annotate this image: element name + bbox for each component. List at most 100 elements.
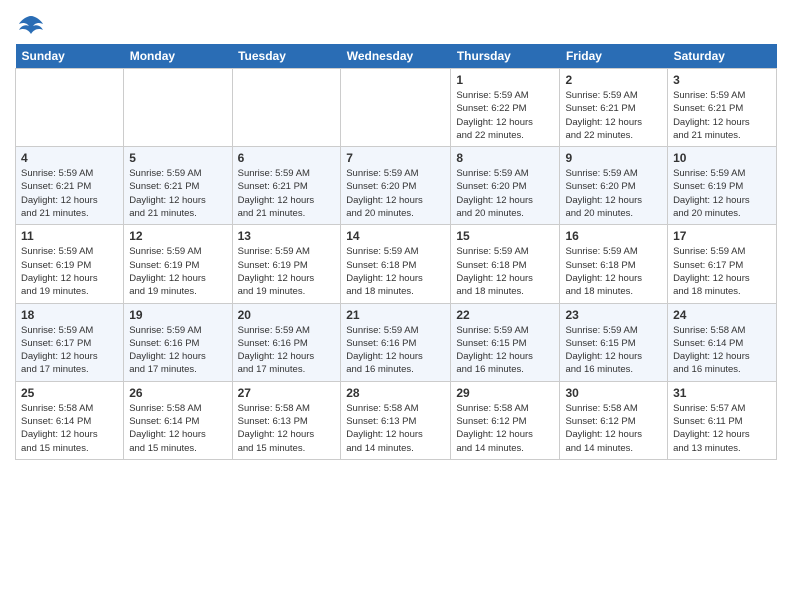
day-number: 9 [565,151,662,165]
week-row-1: 1 Sunrise: 5:59 AM Sunset: 6:22 PM Daylig… [16,69,777,147]
day-info: Sunrise: 5:59 AM Sunset: 6:21 PM Dayligh… [21,167,118,220]
day-info: Sunrise: 5:58 AM Sunset: 6:14 PM Dayligh… [21,402,118,455]
calendar-cell: 10Sunrise: 5:59 AM Sunset: 6:19 PM Dayli… [668,147,777,225]
day-info: Sunrise: 5:58 AM Sunset: 6:12 PM Dayligh… [565,402,662,455]
day-info: Sunrise: 5:59 AM Sunset: 6:21 PM Dayligh… [238,167,336,220]
day-number: 12 [129,229,226,243]
logo-bird-icon [17,14,45,36]
weekday-header-row: SundayMondayTuesdayWednesdayThursdayFrid… [16,44,777,69]
day-info: Sunrise: 5:59 AM Sunset: 6:19 PM Dayligh… [129,245,226,298]
day-info: Sunrise: 5:59 AM Sunset: 6:19 PM Dayligh… [238,245,336,298]
day-number: 24 [673,308,771,322]
calendar-cell: 26 Sunrise: 5:58 AM Sunset: 6:14 PM Dayli… [124,381,232,459]
calendar-cell: 29Sunrise: 5:58 AM Sunset: 6:12 PM Dayli… [451,381,560,459]
week-row-4: 18 Sunrise: 5:59 AM Sunset: 6:17 PM Dayli… [16,303,777,381]
day-info: Sunrise: 5:58 AM Sunset: 6:14 PM Dayligh… [129,402,226,455]
calendar-table: SundayMondayTuesdayWednesdayThursdayFrid… [15,44,777,460]
day-info: Sunrise: 5:59 AM Sunset: 6:19 PM Dayligh… [21,245,118,298]
calendar-cell: 22 Sunrise: 5:59 AM Sunset: 6:15 PM Dayli… [451,303,560,381]
calendar-cell: 21 Sunrise: 5:59 AM Sunset: 6:16 PM Dayli… [341,303,451,381]
day-info: Sunrise: 5:59 AM Sunset: 6:20 PM Dayligh… [565,167,662,220]
day-number: 20 [238,308,336,322]
calendar-cell [124,69,232,147]
calendar-cell [341,69,451,147]
weekday-header-thursday: Thursday [451,44,560,69]
calendar-cell: 17Sunrise: 5:59 AM Sunset: 6:17 PM Dayli… [668,225,777,303]
calendar-cell: 9 Sunrise: 5:59 AM Sunset: 6:20 PM Daylig… [560,147,668,225]
calendar-cell: 19 Sunrise: 5:59 AM Sunset: 6:16 PM Dayli… [124,303,232,381]
day-info: Sunrise: 5:59 AM Sunset: 6:20 PM Dayligh… [456,167,554,220]
calendar-cell [16,69,124,147]
day-info: Sunrise: 5:59 AM Sunset: 6:16 PM Dayligh… [129,324,226,377]
day-number: 6 [238,151,336,165]
calendar-cell: 23Sunrise: 5:59 AM Sunset: 6:15 PM Dayli… [560,303,668,381]
calendar-cell: 28Sunrise: 5:58 AM Sunset: 6:13 PM Dayli… [341,381,451,459]
calendar-cell: 20 Sunrise: 5:59 AM Sunset: 6:16 PM Dayli… [232,303,341,381]
calendar-cell: 15 Sunrise: 5:59 AM Sunset: 6:18 PM Dayli… [451,225,560,303]
day-info: Sunrise: 5:58 AM Sunset: 6:14 PM Dayligh… [673,324,771,377]
day-number: 15 [456,229,554,243]
day-number: 14 [346,229,445,243]
calendar-cell: 14 Sunrise: 5:59 AM Sunset: 6:18 PM Dayli… [341,225,451,303]
weekday-header-saturday: Saturday [668,44,777,69]
day-number: 5 [129,151,226,165]
day-info: Sunrise: 5:59 AM Sunset: 6:18 PM Dayligh… [456,245,554,298]
day-number: 4 [21,151,118,165]
day-info: Sunrise: 5:59 AM Sunset: 6:18 PM Dayligh… [346,245,445,298]
day-info: Sunrise: 5:59 AM Sunset: 6:16 PM Dayligh… [346,324,445,377]
calendar-cell: 27 Sunrise: 5:58 AM Sunset: 6:13 PM Dayli… [232,381,341,459]
page-header [15,10,777,36]
day-number: 1 [456,73,554,87]
week-row-5: 25 Sunrise: 5:58 AM Sunset: 6:14 PM Dayli… [16,381,777,459]
day-number: 17 [673,229,771,243]
day-info: Sunrise: 5:59 AM Sunset: 6:21 PM Dayligh… [565,89,662,142]
calendar-cell: 5 Sunrise: 5:59 AM Sunset: 6:21 PM Daylig… [124,147,232,225]
calendar-cell: 25 Sunrise: 5:58 AM Sunset: 6:14 PM Dayli… [16,381,124,459]
day-info: Sunrise: 5:59 AM Sunset: 6:22 PM Dayligh… [456,89,554,142]
day-info: Sunrise: 5:59 AM Sunset: 6:17 PM Dayligh… [21,324,118,377]
calendar-cell: 8 Sunrise: 5:59 AM Sunset: 6:20 PM Daylig… [451,147,560,225]
day-number: 25 [21,386,118,400]
day-info: Sunrise: 5:58 AM Sunset: 6:12 PM Dayligh… [456,402,554,455]
calendar-cell: 6 Sunrise: 5:59 AM Sunset: 6:21 PM Daylig… [232,147,341,225]
day-number: 30 [565,386,662,400]
calendar-cell: 4 Sunrise: 5:59 AM Sunset: 6:21 PM Daylig… [16,147,124,225]
calendar-cell: 13 Sunrise: 5:59 AM Sunset: 6:19 PM Dayli… [232,225,341,303]
calendar-cell: 12 Sunrise: 5:59 AM Sunset: 6:19 PM Dayli… [124,225,232,303]
calendar-cell: 3 Sunrise: 5:59 AM Sunset: 6:21 PM Daylig… [668,69,777,147]
day-info: Sunrise: 5:59 AM Sunset: 6:15 PM Dayligh… [456,324,554,377]
day-number: 13 [238,229,336,243]
day-number: 23 [565,308,662,322]
calendar-cell: 2 Sunrise: 5:59 AM Sunset: 6:21 PM Daylig… [560,69,668,147]
calendar-cell: 11Sunrise: 5:59 AM Sunset: 6:19 PM Dayli… [16,225,124,303]
day-number: 19 [129,308,226,322]
day-number: 2 [565,73,662,87]
calendar-cell: 16Sunrise: 5:59 AM Sunset: 6:18 PM Dayli… [560,225,668,303]
day-number: 3 [673,73,771,87]
day-info: Sunrise: 5:59 AM Sunset: 6:18 PM Dayligh… [565,245,662,298]
week-row-2: 4 Sunrise: 5:59 AM Sunset: 6:21 PM Daylig… [16,147,777,225]
day-info: Sunrise: 5:59 AM Sunset: 6:21 PM Dayligh… [673,89,771,142]
day-number: 21 [346,308,445,322]
day-info: Sunrise: 5:59 AM Sunset: 6:16 PM Dayligh… [238,324,336,377]
week-row-3: 11Sunrise: 5:59 AM Sunset: 6:19 PM Dayli… [16,225,777,303]
calendar-cell: 18 Sunrise: 5:59 AM Sunset: 6:17 PM Dayli… [16,303,124,381]
day-number: 27 [238,386,336,400]
weekday-header-monday: Monday [124,44,232,69]
day-info: Sunrise: 5:58 AM Sunset: 6:13 PM Dayligh… [238,402,336,455]
logo [15,14,45,36]
calendar-cell [232,69,341,147]
day-info: Sunrise: 5:59 AM Sunset: 6:21 PM Dayligh… [129,167,226,220]
calendar-cell: 1 Sunrise: 5:59 AM Sunset: 6:22 PM Daylig… [451,69,560,147]
day-number: 7 [346,151,445,165]
day-number: 18 [21,308,118,322]
day-number: 8 [456,151,554,165]
day-number: 26 [129,386,226,400]
calendar-cell: 30 Sunrise: 5:58 AM Sunset: 6:12 PM Dayli… [560,381,668,459]
day-info: Sunrise: 5:57 AM Sunset: 6:11 PM Dayligh… [673,402,771,455]
calendar-cell: 7Sunrise: 5:59 AM Sunset: 6:20 PM Daylig… [341,147,451,225]
day-number: 22 [456,308,554,322]
day-info: Sunrise: 5:59 AM Sunset: 6:19 PM Dayligh… [673,167,771,220]
weekday-header-sunday: Sunday [16,44,124,69]
weekday-header-tuesday: Tuesday [232,44,341,69]
